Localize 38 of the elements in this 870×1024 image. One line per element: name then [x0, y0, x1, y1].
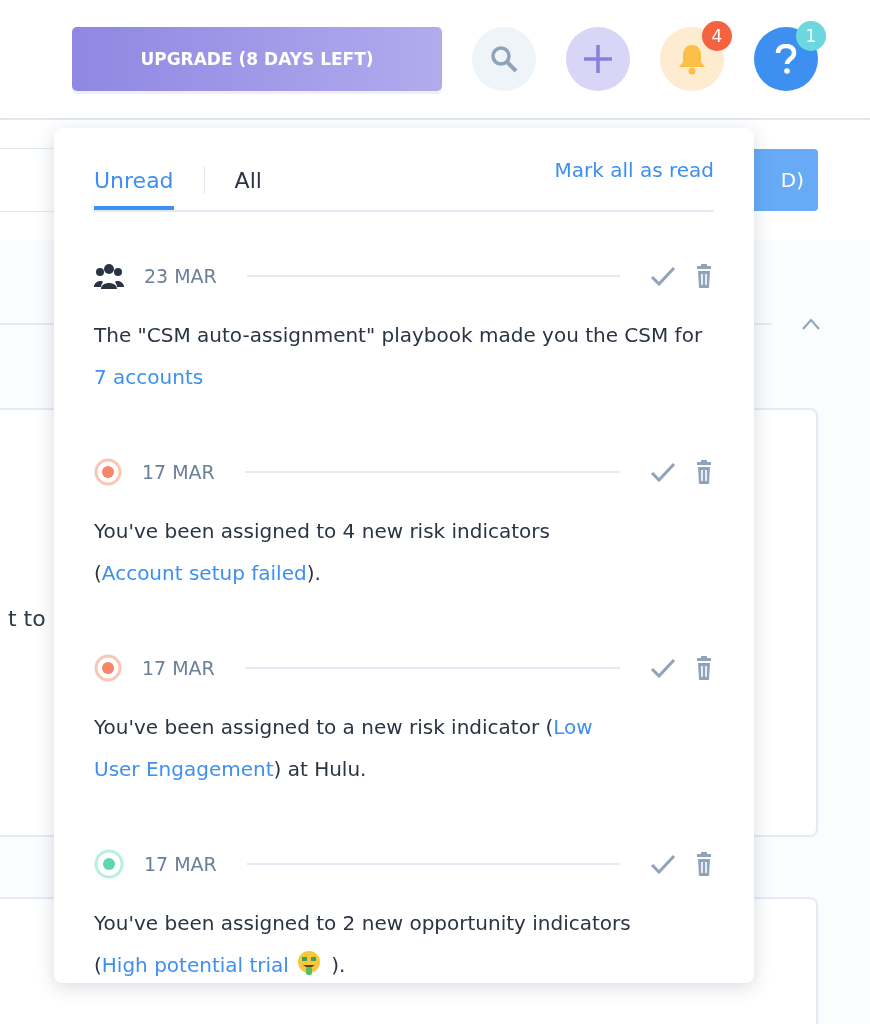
- chevron-up-icon[interactable]: [802, 318, 820, 330]
- notification-message: You've been assigned to a new risk indicator (Low User Engagement) at Hulu.: [94, 714, 594, 783]
- notification-date: 17 MAR: [144, 853, 217, 875]
- notification-message: You've been assigned to 2 new opportunity indicators (High potential trial ).: [94, 910, 632, 979]
- notification-link[interactable]: Account setup failed: [101, 561, 307, 585]
- check-icon[interactable]: [650, 854, 676, 874]
- card-text: t to: [8, 606, 46, 631]
- notification-message: The "CSM auto-assignment" playbook made you the CSM for 7 accounts: [94, 322, 704, 391]
- count-badge: 1: [796, 21, 826, 51]
- trash-icon[interactable]: [694, 264, 714, 288]
- tab[interactable]: All: [234, 128, 262, 210]
- trash-icon[interactable]: [694, 460, 714, 484]
- upgrade-button[interactable]: UPGRADE (8 DAYS LEFT): [72, 27, 442, 91]
- trash-icon[interactable]: [694, 852, 714, 876]
- notification-link[interactable]: Low: [553, 715, 593, 739]
- bell-icon: [677, 43, 707, 75]
- notification-date: 17 MAR: [142, 461, 215, 483]
- money-face-icon: [296, 950, 321, 976]
- target-icon: [94, 849, 124, 879]
- check-icon[interactable]: [650, 658, 676, 678]
- notification-message: You've been assigned to 4 new risk indicators (Account setup failed).: [94, 518, 551, 587]
- notification-date: 17 MAR: [142, 657, 215, 679]
- notification-link[interactable]: 7 accounts: [94, 365, 204, 389]
- notification-link[interactable]: User Engagement: [94, 757, 274, 781]
- plus-icon: [582, 43, 614, 75]
- mark-all-read-link[interactable]: Mark all as read: [554, 158, 714, 182]
- trash-icon[interactable]: [694, 656, 714, 680]
- check-icon[interactable]: [650, 266, 676, 286]
- question-mark-icon: [775, 44, 797, 74]
- notification-date: 23 MAR: [144, 265, 217, 287]
- tab[interactable]: Unread: [94, 128, 174, 210]
- count-badge: 4: [702, 21, 732, 51]
- notification-link[interactable]: High potential trial: [101, 953, 289, 977]
- search-icon: [489, 44, 519, 74]
- people-icon: [94, 263, 124, 289]
- target-icon: [94, 458, 122, 486]
- target-icon: [94, 654, 122, 682]
- check-icon[interactable]: [650, 462, 676, 482]
